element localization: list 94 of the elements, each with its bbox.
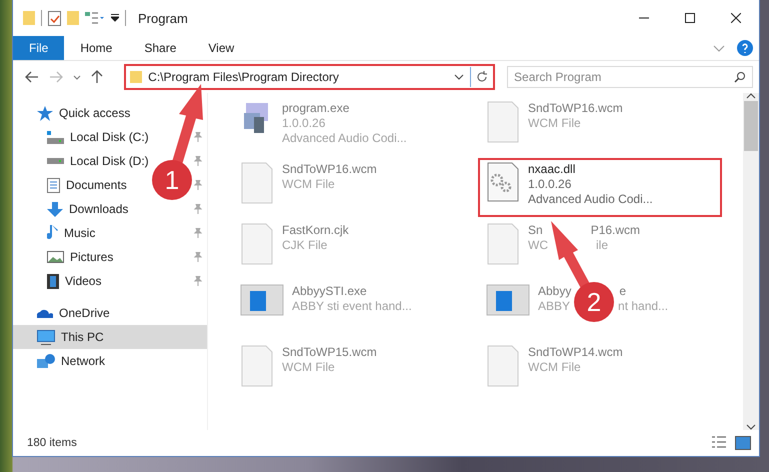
- forward-icon[interactable]: [49, 71, 63, 83]
- window-icon: [240, 284, 284, 316]
- address-path: C:\Program Files\Program Directory: [148, 70, 340, 84]
- ribbon-tab[interactable]: Share: [128, 36, 192, 60]
- file-detail: 1.0.0.26: [528, 177, 572, 192]
- folder-icon: [130, 71, 142, 83]
- file-name[interactable]: program.exe: [282, 101, 350, 116]
- file-icon: [240, 162, 274, 204]
- address-bar[interactable]: C:\Program Files\Program Directory: [124, 64, 496, 90]
- refresh-icon: [476, 71, 488, 83]
- pin-icon[interactable]: [193, 252, 203, 262]
- nav-item[interactable]: Pictures: [47, 250, 114, 264]
- file-name[interactable]: SndToWP16.wcm: [528, 101, 623, 116]
- file-name[interactable]: Sn: [528, 223, 543, 238]
- file-name[interactable]: SndToWP16.wcm: [282, 162, 377, 177]
- file-icon: [486, 101, 520, 143]
- file-detail: ABBY sti event hand...: [292, 299, 412, 314]
- download-icon: [47, 202, 63, 216]
- pin-icon[interactable]: [193, 156, 203, 166]
- ribbon-tab[interactable]: View: [192, 36, 250, 60]
- ribbon-tab[interactable]: Home: [64, 36, 128, 60]
- file-detail: Advanced Audio Codi...: [282, 131, 407, 146]
- scroll-thumb[interactable]: [744, 101, 758, 151]
- file-detail: nt hand...: [618, 299, 668, 314]
- checklist-icon[interactable]: [48, 10, 61, 26]
- nav-item[interactable]: OneDrive: [37, 306, 110, 320]
- nav-item[interactable]: Documents: [47, 178, 127, 192]
- search-field[interactable]: Search Program: [507, 66, 753, 88]
- file-detail: WCM File: [528, 116, 581, 131]
- details-view-icon[interactable]: [711, 436, 727, 448]
- back-icon[interactable]: [25, 71, 39, 83]
- file-detail: CJK File: [282, 238, 328, 253]
- pin-icon[interactable]: [193, 132, 203, 142]
- file-name[interactable]: Abbyy: [538, 284, 572, 299]
- search-icon[interactable]: [734, 71, 746, 83]
- chevron-down-icon[interactable]: [454, 74, 464, 80]
- music-note-icon: [47, 225, 58, 241]
- minimize-icon: [639, 17, 649, 19]
- up-arrow-icon[interactable]: [91, 70, 103, 84]
- nav-item[interactable]: Videos: [47, 274, 102, 288]
- file-name[interactable]: SndToWP14.wcm: [528, 345, 623, 360]
- scroll-down-icon[interactable]: [746, 424, 756, 430]
- file-name[interactable]: AbbyySTI.exe: [292, 284, 367, 299]
- monitor-icon: [37, 330, 55, 344]
- file-detail: 1.0.0.26: [282, 116, 326, 131]
- film-icon: [47, 274, 59, 288]
- picture-icon: [47, 251, 64, 263]
- file-detail: WCM File: [528, 360, 581, 375]
- file-name[interactable]: nxaac.dll: [528, 162, 576, 177]
- file-detail: Advanced Audio Codi...: [528, 192, 653, 207]
- scroll-up-icon[interactable]: [746, 93, 756, 99]
- file-name[interactable]: SndToWP15.wcm: [282, 345, 377, 360]
- window-title: Program: [138, 10, 188, 26]
- ribbon-tab[interactable]: File: [13, 36, 64, 60]
- file-name[interactable]: e: [619, 284, 626, 299]
- network-icon: [37, 354, 55, 368]
- pin-icon[interactable]: [193, 180, 203, 190]
- document-icon: [47, 178, 60, 192]
- star-icon: [37, 106, 53, 120]
- thumbnail-view-icon[interactable]: [735, 436, 751, 450]
- nav-item[interactable]: Local Disk (D:): [47, 154, 149, 168]
- pin-icon[interactable]: [193, 276, 203, 286]
- file-icon: [486, 223, 520, 265]
- window-icon: [486, 284, 530, 316]
- close-icon: [731, 13, 741, 23]
- nav-item[interactable]: Quick access: [37, 106, 130, 120]
- dropdown-icon[interactable]: [111, 14, 119, 22]
- pin-icon[interactable]: [193, 228, 203, 238]
- chevron-down-icon[interactable]: [73, 74, 81, 80]
- file-name[interactable]: P16.wcm: [590, 223, 640, 238]
- file-icon: [486, 345, 520, 387]
- nav-item[interactable]: Music: [47, 225, 96, 241]
- item-count: 180 items: [27, 437, 77, 449]
- drive-icon: [47, 130, 64, 144]
- nav-item[interactable]: Network: [37, 354, 106, 368]
- help-icon[interactable]: [737, 40, 753, 56]
- file-detail: WCM File: [282, 360, 335, 375]
- pin-icon[interactable]: [193, 204, 203, 214]
- file-detail: ABBY: [538, 299, 570, 314]
- file-detail: ile: [596, 238, 608, 253]
- properties-icon[interactable]: [85, 12, 105, 24]
- nav-item[interactable]: This PC: [37, 330, 104, 344]
- nav-item[interactable]: Local Disk (C:): [47, 130, 149, 144]
- file-detail: WCM File: [282, 177, 335, 192]
- file-icon: [240, 223, 274, 265]
- drive-icon: [47, 158, 64, 164]
- file-name[interactable]: FastKorn.cjk: [282, 223, 349, 238]
- scrollbar[interactable]: [743, 93, 759, 430]
- gear-file-icon: [486, 162, 520, 202]
- cloud-icon: [37, 308, 53, 318]
- file-icon: [240, 345, 274, 387]
- maximize-icon: [685, 13, 695, 23]
- file-detail: WC: [528, 238, 548, 253]
- nav-item[interactable]: Downloads: [47, 202, 128, 216]
